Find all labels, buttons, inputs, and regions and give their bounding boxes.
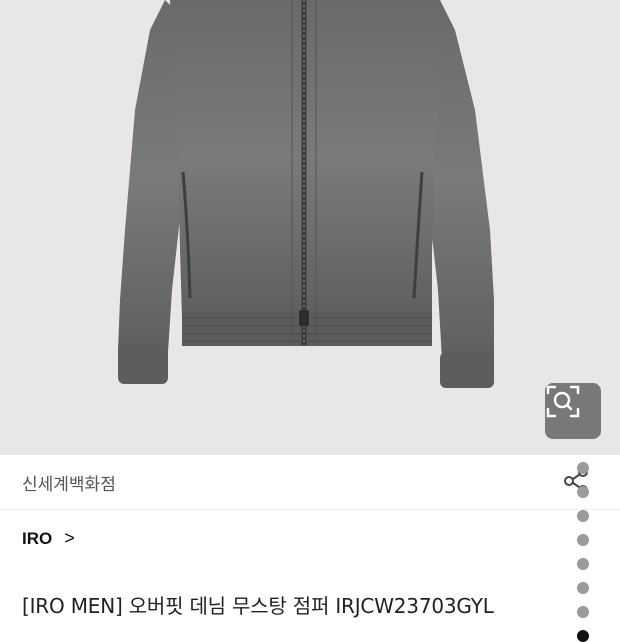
image-pager[interactable]	[576, 462, 590, 642]
pager-dot-active[interactable]	[577, 630, 589, 642]
brand-link[interactable]: IRO >	[22, 528, 75, 549]
lens-search-icon	[546, 385, 580, 418]
pager-dot[interactable]	[577, 510, 589, 522]
pager-dot[interactable]	[577, 606, 589, 618]
pager-dot[interactable]	[577, 582, 589, 594]
product-title: [IRO MEN] 오버핏 데님 무스탕 점퍼 IRJCW23703GYL	[22, 594, 494, 618]
pager-dot[interactable]	[577, 558, 589, 570]
chevron-right-icon: >	[64, 528, 75, 548]
jacket-illustration	[118, 0, 494, 388]
store-name: 신세계백화점	[22, 475, 116, 495]
pager-dot[interactable]	[577, 462, 589, 474]
pager-dot[interactable]	[577, 486, 589, 498]
lens-search-button[interactable]	[545, 383, 601, 439]
pager-dot[interactable]	[577, 534, 589, 546]
product-image[interactable]	[0, 0, 620, 455]
brand-name: IRO	[22, 528, 53, 548]
store-row: 신세계백화점	[0, 455, 620, 510]
